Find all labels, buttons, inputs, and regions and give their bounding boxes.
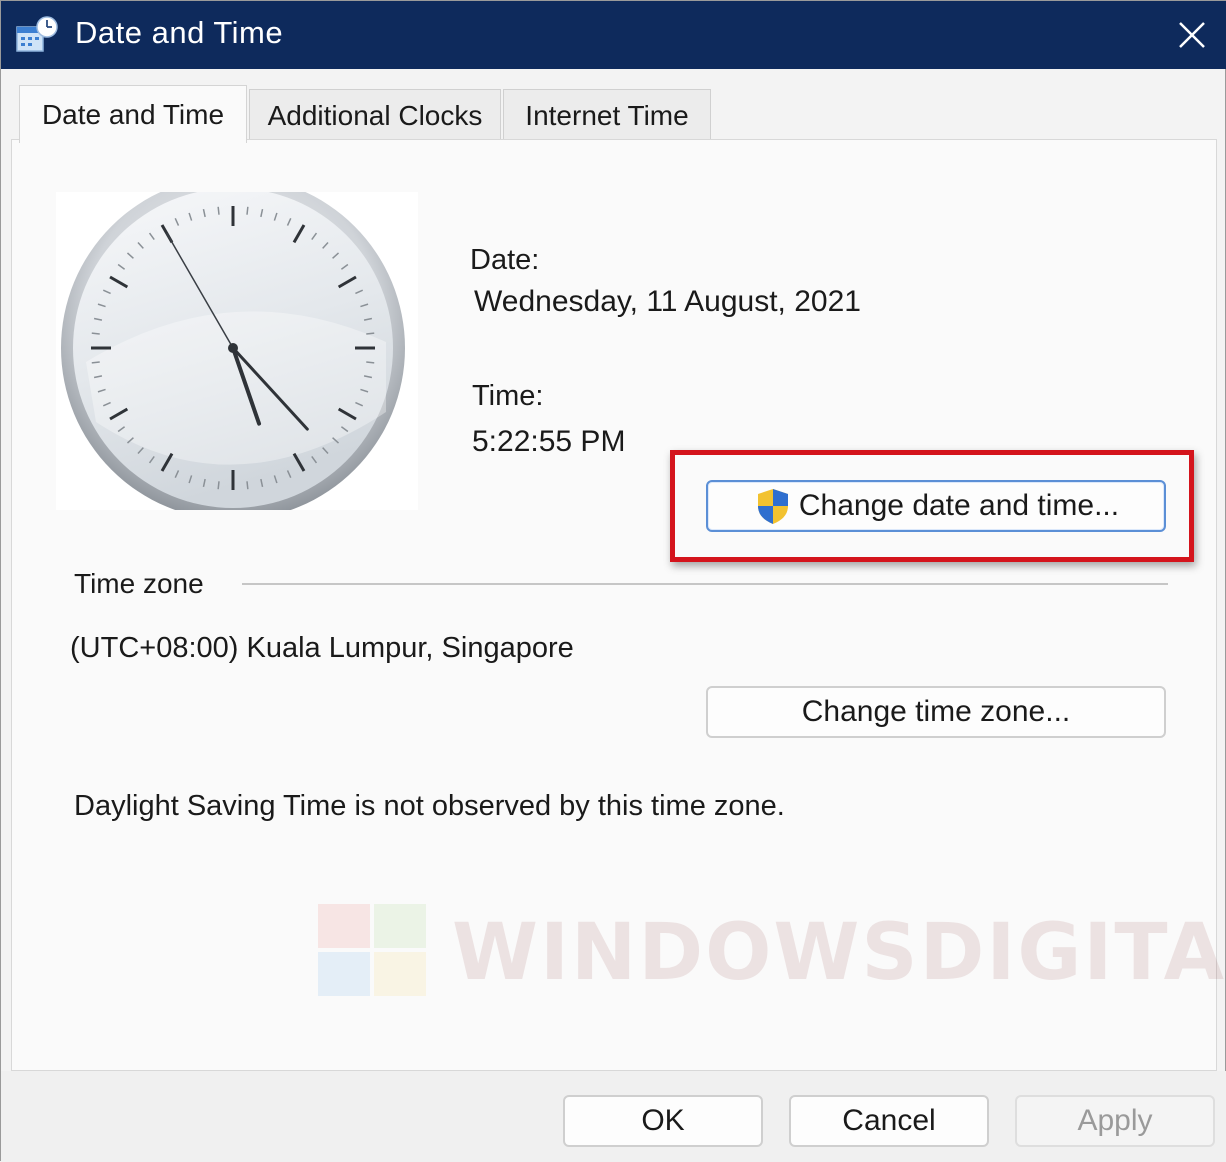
analog-clock	[56, 176, 418, 520]
time-zone-value: (UTC+08:00) Kuala Lumpur, Singapore	[70, 632, 574, 664]
apply-button[interactable]: Apply	[1015, 1095, 1215, 1147]
watermark-text: WINDOWSDIGITAL.CO	[452, 908, 1226, 998]
date-value: Wednesday, 11 August, 2021	[474, 285, 861, 318]
window-title: Date and Time	[75, 15, 284, 50]
tab-internet-time[interactable]: Internet Time	[503, 89, 711, 141]
clock-minute-mark	[366, 332, 375, 335]
close-button[interactable]	[1157, 1, 1226, 69]
analog-clock-face	[61, 176, 405, 520]
clock-minute-mark	[366, 361, 375, 364]
dst-note: Daylight Saving Time is not observed by …	[74, 790, 785, 822]
dialog-footer: OK Cancel Apply	[1, 1071, 1226, 1162]
time-zone-divider	[242, 583, 1168, 585]
title-bar[interactable]: Date and Time	[1, 1, 1226, 69]
date-and-time-dialog: Date and Time Date and Time Additional C…	[0, 0, 1226, 1162]
watermark: WINDOWSDIGITAL.CO	[318, 900, 1226, 1000]
watermark-logo-icon	[318, 904, 426, 996]
tab-date-and-time[interactable]: Date and Time	[19, 85, 247, 143]
time-zone-heading: Time zone	[74, 568, 204, 599]
date-time-control-panel-icon	[16, 16, 58, 52]
date-label: Date:	[470, 244, 540, 276]
clock-center-pin	[228, 343, 238, 353]
clock-minute-mark	[246, 481, 249, 490]
change-time-zone-button[interactable]: Change time zone...	[706, 686, 1166, 738]
annotation-highlight-box	[670, 450, 1194, 562]
clock-minute-mark	[91, 332, 100, 335]
time-label: Time:	[472, 380, 544, 412]
clock-minute-mark	[91, 361, 100, 364]
ok-button[interactable]: OK	[563, 1095, 763, 1147]
time-value: 5:22:55 PM	[472, 425, 626, 458]
clock-minute-mark	[217, 206, 220, 215]
cancel-button[interactable]: Cancel	[789, 1095, 989, 1147]
close-icon	[1179, 22, 1205, 48]
tab-panel-date-and-time: Date: Wednesday, 11 August, 2021 Time: 5…	[11, 139, 1226, 1071]
tab-additional-clocks[interactable]: Additional Clocks	[249, 89, 501, 141]
clock-minute-mark	[246, 206, 249, 215]
clock-minute-mark	[217, 481, 220, 490]
tab-strip: Date and Time Additional Clocks Internet…	[11, 85, 1217, 143]
